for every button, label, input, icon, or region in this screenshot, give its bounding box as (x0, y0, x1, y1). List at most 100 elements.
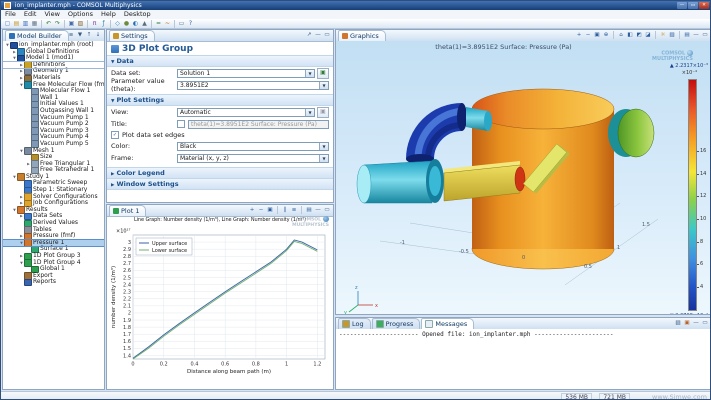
windows-icon[interactable]: ▭ (177, 19, 186, 28)
grid-icon[interactable]: ≡ (290, 206, 298, 214)
tab-label: Settings (121, 32, 148, 41)
chevron-down-icon[interactable]: ▼ (305, 109, 314, 116)
zoom-in-icon[interactable]: + (248, 206, 256, 214)
paste-icon[interactable]: ▨ (76, 19, 85, 28)
axis-limits-icon[interactable]: ∥ (281, 206, 289, 214)
move-up-icon[interactable]: ↑ (85, 31, 93, 39)
functions-icon[interactable]: ƒ (99, 19, 108, 28)
section-window-settings[interactable]: ▶Window Settings (107, 179, 333, 190)
image-snapshot-icon[interactable]: ▤ (305, 206, 313, 214)
image-snapshot-icon[interactable]: ▤ (683, 31, 691, 39)
chevron-down-icon[interactable]: ▼ (319, 143, 328, 150)
open-icon[interactable]: ▤ (12, 19, 21, 28)
minimize-icon[interactable]: — (314, 206, 322, 214)
zoom-in-icon[interactable]: + (575, 31, 583, 39)
title-checkbox[interactable] (177, 120, 185, 128)
scene-light-icon[interactable]: ☼ (659, 31, 667, 39)
go-to-source-button[interactable]: ▣ (317, 68, 329, 79)
parameters-icon[interactable]: π (90, 19, 99, 28)
redo-icon[interactable]: ↷ (53, 19, 62, 28)
menu-options[interactable]: Options (64, 10, 97, 19)
frame-select[interactable]: Material (x, y, z) ▼ (177, 154, 329, 163)
filter-icon[interactable]: ▼ (76, 31, 84, 39)
physics-icon[interactable]: ◐ (131, 19, 140, 28)
restore-icon[interactable]: ▭ (701, 319, 709, 327)
collapse-all-icon[interactable]: ≡ (67, 31, 75, 39)
section-data[interactable]: ▼Data (107, 55, 333, 67)
print-icon[interactable]: ▦ (30, 19, 39, 28)
minimize-icon[interactable]: — (314, 31, 322, 39)
console-output[interactable]: ---------------------- Opened file: ion_… (336, 329, 711, 389)
copy-text-icon[interactable]: ▣ (683, 319, 691, 327)
tab-plot-1[interactable]: Plot 1 (109, 205, 146, 216)
application-window: ion_implanter.mph - COMSOL Multiphysics … (0, 0, 711, 400)
chevron-down-icon[interactable]: ▼ (319, 155, 328, 162)
dataset-select[interactable]: Solution 1 ▼ (177, 69, 315, 78)
tab-messages[interactable]: Messages (421, 318, 474, 329)
save-icon[interactable]: ▥ (21, 19, 30, 28)
minimize-icon[interactable]: — (692, 319, 700, 327)
parameter-value-select[interactable]: 3.8951E2 ▼ (177, 81, 329, 90)
detach-icon[interactable]: ↗ (305, 31, 313, 39)
move-down-icon[interactable]: ↓ (94, 31, 102, 39)
undo-icon[interactable]: ↶ (44, 19, 53, 28)
color-select[interactable]: Black ▼ (177, 142, 329, 151)
compute-icon[interactable]: = (154, 19, 163, 28)
view-zx-icon[interactable]: ◪ (644, 31, 652, 39)
tab-graphics[interactable]: Graphics (338, 30, 386, 41)
menu-file[interactable]: File (1, 10, 20, 19)
close-window-button[interactable]: ✕ (699, 2, 709, 9)
tab-log[interactable]: Log (338, 318, 371, 329)
menu-edit[interactable]: Edit (20, 10, 41, 19)
section-label: Plot Settings (116, 96, 164, 104)
go-to-default-view-icon[interactable]: ⌂ (617, 31, 625, 39)
geometry-icon[interactable]: ◇ (113, 19, 122, 28)
toolbar-separator (64, 20, 65, 28)
minimize-window-button[interactable]: — (677, 2, 687, 9)
new-icon[interactable]: ▢ (3, 19, 12, 28)
restore-icon[interactable]: ▭ (323, 31, 331, 39)
tab-settings[interactable]: Settings (109, 30, 155, 41)
plot-icon[interactable]: ~ (163, 19, 172, 28)
view-xy-icon[interactable]: ◧ (626, 31, 634, 39)
restore-icon[interactable]: ▭ (701, 31, 709, 39)
tree-item[interactable]: Global 1 (3, 266, 104, 273)
minimize-icon[interactable]: — (692, 31, 700, 39)
tab-model-builder[interactable]: Model Builder (5, 30, 69, 41)
mesh-icon[interactable]: ▲ (140, 19, 149, 28)
tree-item[interactable]: Reports (3, 279, 104, 286)
zoom-out-icon[interactable]: − (584, 31, 592, 39)
tree-item[interactable]: ▼Mesh 1 (3, 148, 104, 155)
copy-icon[interactable]: ▣ (67, 19, 76, 28)
help-icon[interactable]: ? (186, 19, 195, 28)
materials-icon[interactable]: ● (122, 19, 131, 28)
graphics-canvas[interactable]: theta(1)=3.8951E2 Surface: Pressure (Pa)… (336, 41, 711, 314)
zoom-extents-icon[interactable]: ▣ (593, 31, 601, 39)
view-options-button[interactable]: ▣ (317, 107, 329, 118)
menu-help[interactable]: Help (97, 10, 120, 19)
section-color-legend[interactable]: ▶Color Legend (107, 167, 333, 179)
pan-icon[interactable]: ⊕ (602, 31, 610, 39)
title-bar[interactable]: ion_implanter.mph - COMSOL Multiphysics … (1, 1, 710, 10)
zoom-out-icon[interactable]: − (257, 206, 265, 214)
chevron-down-icon[interactable]: ▼ (319, 82, 328, 89)
scene-3d[interactable]: -1-0.501.510.5zxy (340, 53, 680, 314)
view-select[interactable]: Automatic ▼ (177, 108, 315, 117)
transparency-icon[interactable]: ▨ (668, 31, 676, 39)
frame-value: Material (x, y, z) (180, 155, 229, 162)
tab-progress[interactable]: Progress (372, 318, 421, 329)
view-yz-icon[interactable]: ◩ (635, 31, 643, 39)
menu-desktop[interactable]: Desktop (120, 10, 155, 19)
restore-icon[interactable]: ▭ (323, 206, 331, 214)
colorbar-tick-label: 14 (700, 171, 706, 177)
chevron-down-icon[interactable]: ▼ (305, 70, 314, 77)
section-plot-settings[interactable]: ▼Plot Settings (107, 94, 333, 106)
plot-dataset-edges-checkbox[interactable] (111, 131, 119, 139)
maximize-window-button[interactable]: ▭ (688, 2, 698, 9)
menu-view[interactable]: View (40, 10, 63, 19)
zoom-extents-icon[interactable]: ▣ (266, 206, 274, 214)
colorbar-tick-mark (697, 219, 699, 220)
tree-item[interactable]: Derived Values (3, 220, 104, 227)
clear-log-icon[interactable]: ▧ (674, 319, 682, 327)
line-chart[interactable]: 00.20.40.60.811.21.41.51.61.71.81.922.12… (109, 225, 333, 387)
